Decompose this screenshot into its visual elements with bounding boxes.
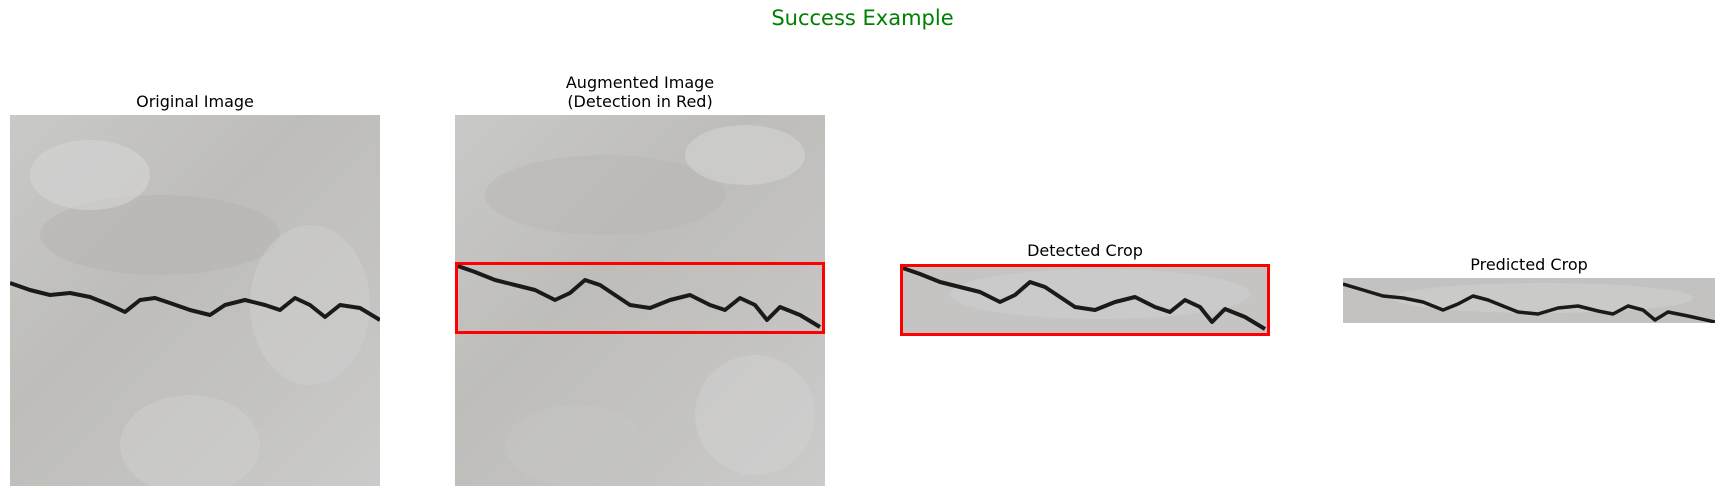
figure-suptitle: Success Example: [771, 6, 954, 30]
panel-title-predicted-crop: Predicted Crop: [1470, 255, 1588, 274]
panel-title-augmented: Augmented Image (Detection in Red): [565, 73, 715, 111]
augmented-image: [455, 115, 825, 486]
panel-title-detected-crop: Detected Crop: [1027, 241, 1143, 260]
panel-title-original: Original Image: [136, 92, 254, 111]
detected-crop-border: [900, 264, 1270, 336]
predicted-crop-image: [1343, 278, 1715, 323]
original-image: [10, 115, 380, 486]
detected-crop-image: [900, 264, 1270, 336]
detection-box: [455, 262, 825, 334]
